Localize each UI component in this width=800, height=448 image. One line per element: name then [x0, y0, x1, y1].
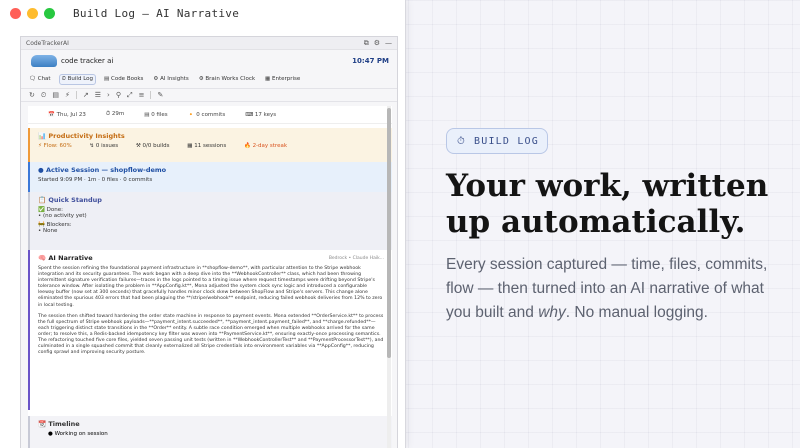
tab-code-books-label: Code Books: [110, 76, 144, 82]
toolbar-divider: [150, 91, 152, 99]
tab-chat-label: Chat: [37, 76, 51, 82]
stat-keys-value: 17 keys: [254, 111, 277, 118]
window-title: Build Log — AI Narrative: [73, 6, 240, 20]
timeline-title-text: Timeline: [48, 420, 80, 428]
toolbar: ↻ ⏲ ▤ ⚡ ↗ ☰ › ⚲ ⤢ ≡ ✎: [21, 88, 397, 102]
minimize-dot[interactable]: [27, 7, 38, 19]
active-session-card[interactable]: ● Active Session — shopflow-demo Started…: [28, 162, 392, 192]
menu-icon[interactable]: ≡: [139, 91, 145, 99]
search-icon[interactable]: ⚲: [116, 91, 121, 99]
tab-enterprise-label: Enterprise: [272, 76, 301, 82]
active-session-meta: Started 9:09 PM · 1m · 0 files · 0 commi…: [38, 177, 153, 183]
timeline-card: 📆 Timeline ● Working on session: [28, 416, 392, 448]
timeline-title: 📆 Timeline: [38, 420, 80, 428]
standup-title-text: Quick Standup: [48, 196, 102, 204]
brand-name: code tracker ai: [61, 57, 114, 65]
tab-chat[interactable]: 🗨 Chat: [27, 75, 53, 83]
whale-logo-icon: [31, 55, 57, 67]
expand-icon[interactable]: ⤢: [127, 91, 133, 100]
document-icon[interactable]: ▤: [52, 91, 59, 99]
tab-build-log[interactable]: ⏲ Build Log: [58, 73, 97, 85]
app-frame-bar: CodeTrackerAI ⧉ ⚙ —: [21, 37, 397, 50]
builds-value: 0/0 builds: [142, 143, 170, 149]
stat-duration: ⏱ 29m: [105, 111, 125, 117]
stat-commits-value: 0 commits: [196, 111, 226, 118]
refresh-icon[interactable]: ↻: [29, 91, 35, 99]
productivity-title: 📊 Productivity Insights: [38, 132, 125, 140]
stat-commits: 🔸 0 commits: [187, 111, 226, 118]
sessions-value: 11 sessions: [194, 143, 227, 149]
standup-done-item: • (no activity yet): [38, 213, 87, 219]
tab-ai-insights-label: AI Insights: [160, 76, 189, 82]
popout-icon[interactable]: ⧉: [364, 39, 369, 47]
productivity-metrics: ⚡ Flow: 60% ↯ 0 issues ⚒ 0/0 builds ▦ 11…: [38, 143, 384, 149]
streak-value: 2-day streak: [252, 143, 288, 149]
build-log-content: 📅 Thu, Jul 23 ⏱ 29m ▤ 0 files 🔸 0 commit…: [28, 106, 392, 448]
ai-narrative-title-text: AI Narrative: [48, 254, 93, 262]
standup-title: 📋 Quick Standup: [38, 196, 102, 204]
ai-narrative-card: 🧠 AI Narrative Bedrock • Claude Haik... …: [28, 250, 392, 410]
stat-date-value: Thu, Jul 23: [56, 111, 86, 118]
scrollbar-thumb[interactable]: [387, 108, 391, 358]
list-icon[interactable]: ☰: [95, 91, 101, 99]
window-titlebar: Build Log — AI Narrative: [0, 0, 405, 26]
session-stats: 📅 Thu, Jul 23 ⏱ 29m ▤ 0 files 🔸 0 commit…: [28, 106, 392, 124]
active-session-title-text: Active Session — shopflow-demo: [45, 166, 167, 174]
productivity-title-text: Productivity Insights: [48, 132, 125, 140]
wrench-icon[interactable]: ✎: [157, 91, 163, 99]
timer-icon: ⏱: [457, 135, 466, 147]
active-session-title: ● Active Session — shopflow-demo: [38, 166, 167, 174]
hero-headline: Your work, written up automatically.: [446, 168, 769, 240]
tab-enterprise[interactable]: ▦ Enterprise: [263, 75, 302, 83]
tab-ai-insights[interactable]: ⚙ AI Insights: [151, 75, 190, 83]
ai-narrative-title: 🧠 AI Narrative: [38, 254, 93, 262]
minimize-icon[interactable]: —: [385, 39, 392, 47]
builds-metric: ⚒ 0/0 builds: [135, 143, 170, 149]
zoom-dot[interactable]: [44, 7, 55, 19]
tab-code-books[interactable]: ▤ Code Books: [102, 75, 145, 83]
narrative-paragraph-1: Spent the session refining the foundatio…: [38, 266, 383, 308]
hero-subtitle-emphasis: why: [538, 304, 566, 321]
tab-brain-works-clock[interactable]: ⚙ Brain Works Clock: [197, 75, 257, 83]
badge-label: BUILD LOG: [474, 135, 539, 147]
app-window: Build Log — AI Narrative CodeTrackerAI ⧉…: [0, 0, 406, 448]
standup-blockers-item: • None: [38, 228, 58, 234]
issues-value: 0 issues: [95, 143, 119, 149]
share-icon[interactable]: ↗: [83, 91, 89, 99]
gear-icon[interactable]: ⚙: [374, 39, 380, 47]
hero-subtitle: Every session captured — time, files, co…: [446, 253, 776, 325]
close-dot[interactable]: [10, 7, 21, 19]
toolbar-divider: [75, 91, 77, 99]
stat-date: 📅 Thu, Jul 23: [48, 111, 86, 118]
clock-icon[interactable]: ⏲: [41, 91, 46, 100]
ai-model-label[interactable]: Bedrock • Claude Haik...: [329, 256, 384, 261]
flow-value: Flow: 60%: [43, 143, 72, 149]
stat-files-value: 0 files: [151, 111, 168, 118]
narrative-paragraph-2: The session then shifted toward hardenin…: [38, 313, 384, 356]
stat-keys: ⌨ 17 keys: [245, 111, 277, 118]
quick-standup-card: 📋 Quick Standup ✅ Done: • (no activity y…: [28, 192, 392, 250]
hero-subtitle-end: . No manual logging.: [565, 304, 708, 321]
timeline-item-text: Working on session: [54, 431, 108, 437]
bolt-icon[interactable]: ⚡: [65, 91, 70, 99]
ai-narrative-header: 🧠 AI Narrative Bedrock • Claude Haik...: [38, 254, 384, 262]
stat-files: ▤ 0 files: [144, 111, 168, 118]
build-log-badge: ⏱ BUILD LOG: [446, 128, 548, 154]
app-header: code tracker ai 10:47 PM: [21, 50, 397, 72]
timeline-item[interactable]: ● Working on session: [38, 431, 384, 437]
productivity-insights-card: 📊 Productivity Insights ⚡ Flow: 60% ↯ 0 …: [28, 128, 392, 162]
flow-metric: ⚡ Flow: 60%: [38, 143, 72, 149]
stat-duration-value: 29m: [111, 111, 125, 117]
app-frame-title: CodeTrackerAI: [26, 39, 69, 47]
streak-metric: 🔥 2-day streak: [243, 143, 288, 149]
tab-brain-works-clock-label: Brain Works Clock: [205, 76, 256, 82]
sessions-metric: ▦ 11 sessions: [187, 143, 227, 149]
nav-tabs: 🗨 Chat ⏲ Build Log ▤ Code Books ⚙ AI Ins…: [21, 72, 397, 86]
issues-metric: ↯ 0 issues: [89, 143, 119, 149]
chevron-right-icon[interactable]: ›: [107, 91, 110, 99]
brand-logo: code tracker ai: [31, 55, 113, 67]
tab-build-log-label: Build Log: [67, 75, 94, 82]
header-clock: 10:47 PM: [352, 57, 389, 65]
